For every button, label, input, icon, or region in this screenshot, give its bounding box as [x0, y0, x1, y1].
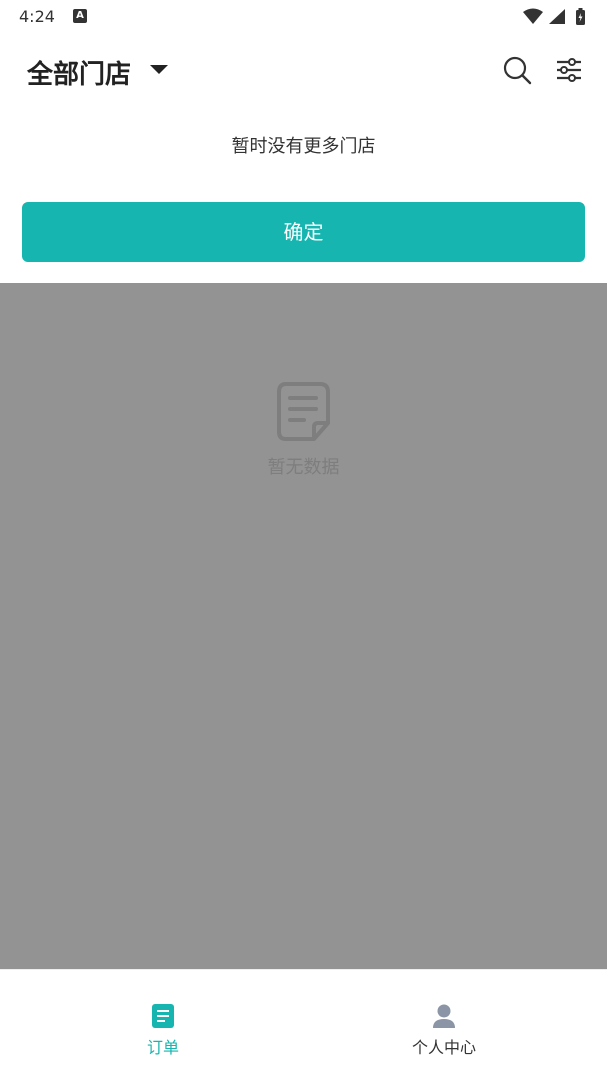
search-icon[interactable]: [501, 54, 533, 86]
wifi-icon: [523, 8, 543, 24]
status-bar: 4:24 A: [0, 0, 607, 34]
battery-icon: [576, 8, 585, 25]
header: 全部门店: [0, 34, 607, 110]
nav-label-orders: 订单: [146, 1038, 179, 1057]
orders-icon: [152, 1004, 174, 1028]
signal-icon: [549, 9, 565, 24]
filter-sliders-icon[interactable]: [553, 54, 585, 86]
nav-item-orders[interactable]: 订单: [103, 1002, 223, 1058]
dim-overlay[interactable]: 暂无数据: [0, 283, 607, 969]
nav-label-profile: 个人中心: [411, 1038, 476, 1057]
nav-item-profile[interactable]: 个人中心: [384, 1002, 504, 1058]
empty-data-text: 暂无数据: [267, 457, 340, 478]
status-icons: [523, 8, 585, 25]
document-icon: [277, 382, 330, 441]
a-icon: A: [73, 9, 87, 23]
store-dropdown-panel: 暂时没有更多门店 确定: [0, 110, 607, 283]
confirm-button[interactable]: 确定: [22, 202, 585, 262]
status-time: 4:24: [19, 7, 55, 26]
no-more-stores-message: 暂时没有更多门店: [231, 136, 376, 157]
bottom-nav: 订单 个人中心: [0, 969, 607, 1080]
caret-down-icon[interactable]: [150, 65, 168, 74]
store-selector-label[interactable]: 全部门店: [27, 54, 131, 91]
user-icon: [433, 1004, 455, 1028]
